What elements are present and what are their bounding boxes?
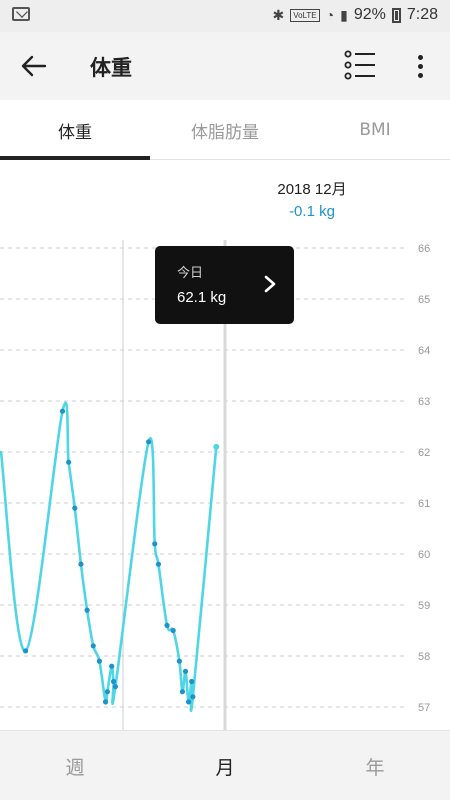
tab-body-fat[interactable]: 体脂肪量	[150, 100, 300, 160]
list-icon	[344, 50, 375, 80]
chart-period: 2018 12月	[277, 181, 347, 198]
data-point	[110, 678, 117, 685]
today-tooltip[interactable]: 今日 62.1 kg	[155, 246, 294, 324]
data-point	[179, 689, 186, 695]
y-tick-label: 64	[418, 345, 430, 357]
y-tick-label: 58	[418, 651, 430, 663]
data-point	[112, 684, 118, 690]
wifi-icon: ◔	[325, 7, 335, 23]
data-point	[96, 658, 102, 664]
data-point	[90, 643, 96, 649]
y-axis-ticks: 66 65 64 63 62 61 60 59 58 57	[418, 243, 430, 714]
data-point	[72, 505, 78, 511]
data-point	[84, 607, 90, 613]
data-point	[109, 663, 115, 669]
data-point	[213, 443, 220, 450]
period-week[interactable]: 週	[0, 731, 150, 800]
tooltip-label: 今日	[177, 266, 204, 281]
data-point	[152, 541, 158, 547]
volte-badge: VoLTE	[290, 8, 320, 22]
tab-weight[interactable]: 体重	[0, 100, 150, 160]
signal-icon: ▮	[340, 6, 348, 23]
clock: 7:28	[406, 6, 438, 23]
more-vertical-icon	[417, 54, 423, 60]
page-title: 体重	[90, 56, 132, 80]
data-point	[190, 694, 196, 700]
status-icons: ✱ VoLTE ◔ ▮ 92% 7:28	[272, 6, 438, 24]
y-tick-label: 59	[418, 600, 430, 612]
mail-icon	[12, 7, 30, 21]
active-tab-indicator	[0, 156, 150, 160]
list-view-button[interactable]	[340, 46, 380, 86]
more-options-button[interactable]	[408, 48, 432, 84]
y-tick-label: 65	[418, 294, 430, 306]
bluetooth-icon: ✱	[272, 6, 285, 23]
data-point	[189, 678, 195, 685]
y-tick-label: 62	[418, 447, 430, 459]
y-tick-label: 61	[418, 498, 430, 510]
back-button[interactable]	[14, 49, 54, 83]
data-point	[23, 648, 29, 654]
data-point	[146, 439, 152, 445]
y-tick-label: 57	[418, 702, 430, 714]
weight-series-line	[0, 401, 218, 712]
app-bar: 体重	[0, 32, 450, 100]
weight-change: -0.1 kg	[289, 203, 335, 220]
status-bar: ✱ VoLTE ◔ ▮ 92% 7:28	[0, 0, 450, 32]
battery-percent: 92%	[353, 6, 386, 23]
data-point	[78, 561, 84, 567]
metric-tabs: 体重 体脂肪量 BMI	[0, 100, 450, 160]
data-point	[102, 699, 109, 705]
data-point	[176, 658, 182, 664]
y-tick-label: 66	[418, 243, 430, 255]
period-month[interactable]: 月	[150, 731, 300, 800]
arrow-left-icon	[21, 55, 47, 77]
period-selector: 週 月 年	[0, 730, 450, 800]
battery-icon	[391, 7, 401, 23]
data-point	[185, 699, 192, 705]
data-point	[66, 459, 72, 465]
tab-bmi[interactable]: BMI	[300, 100, 450, 160]
data-point	[182, 668, 189, 674]
y-tick-label: 60	[418, 549, 430, 561]
data-point	[155, 561, 162, 567]
period-year[interactable]: 年	[300, 731, 450, 800]
data-point	[104, 689, 110, 695]
y-tick-label: 63	[418, 396, 430, 408]
tooltip-value: 62.1 kg	[177, 289, 227, 306]
data-point	[59, 408, 66, 414]
data-point	[170, 627, 176, 634]
chevron-right-icon	[264, 275, 276, 293]
data-point	[164, 622, 170, 628]
weight-points	[23, 408, 220, 705]
